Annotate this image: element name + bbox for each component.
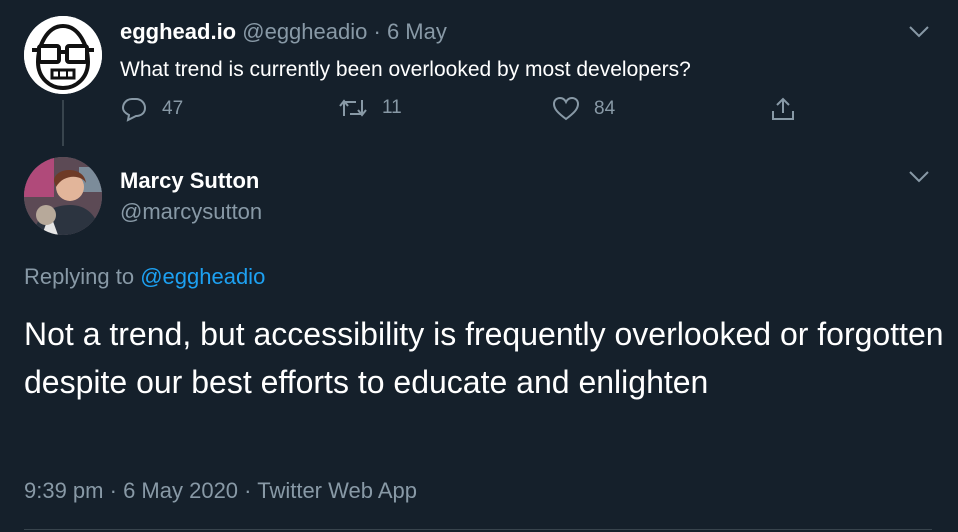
tweet2-source[interactable]: Twitter Web App (257, 478, 417, 503)
tweet1-chevron-down-icon[interactable] (908, 25, 930, 39)
tweet1-text: What trend is currently been overlooked … (120, 58, 691, 81)
marcy-avatar[interactable] (24, 157, 102, 235)
meta-separator: · (244, 478, 252, 503)
tweet2-chevron-down-icon[interactable] (908, 170, 930, 184)
reply-button[interactable]: 47 (120, 96, 183, 122)
replying-handle-link[interactable]: @eggheadio (140, 264, 265, 289)
like-button[interactable]: 84 (552, 96, 615, 122)
tweet2-handle[interactable]: @marcysutton (120, 197, 262, 227)
share-button[interactable] (770, 96, 796, 122)
retweet-count: 11 (382, 97, 402, 118)
tweet1-handle[interactable]: @eggheadio (242, 19, 367, 44)
share-icon (772, 97, 794, 120)
tweet2-time[interactable]: 9:39 pm (24, 478, 104, 503)
reply-count: 47 (162, 98, 184, 119)
heart-icon (552, 96, 580, 121)
reply-icon (121, 98, 147, 122)
tweet2-text: Not a trend, but accessibility is freque… (24, 316, 944, 400)
tweet1-author-name[interactable]: egghead.io (120, 19, 236, 44)
retweet-icon (339, 99, 367, 117)
tweet1-header: egghead.io @eggheadio · 6 May (120, 17, 447, 47)
replying-prefix: Replying to (24, 264, 135, 289)
like-count: 84 (594, 98, 616, 119)
replying-to: Replying to @eggheadio (24, 262, 265, 292)
profile-photo-icon (24, 157, 102, 235)
tweet1-separator: · (373, 19, 381, 44)
tweet2-meta: 9:39 pm · 6 May 2020 · Twitter Web App (24, 476, 417, 506)
retweet-button[interactable]: 11 (338, 96, 402, 120)
tweet2-author-name[interactable]: Marcy Sutton (120, 166, 259, 196)
meta-separator: · (109, 478, 117, 503)
divider (24, 529, 932, 530)
tweet1-date[interactable]: 6 May (387, 19, 447, 44)
tweet1-actions: 47 11 84 (0, 96, 958, 126)
egghead-logo-icon (24, 16, 102, 94)
tweet2-date[interactable]: 6 May 2020 (123, 478, 238, 503)
egghead-avatar[interactable] (24, 16, 102, 94)
